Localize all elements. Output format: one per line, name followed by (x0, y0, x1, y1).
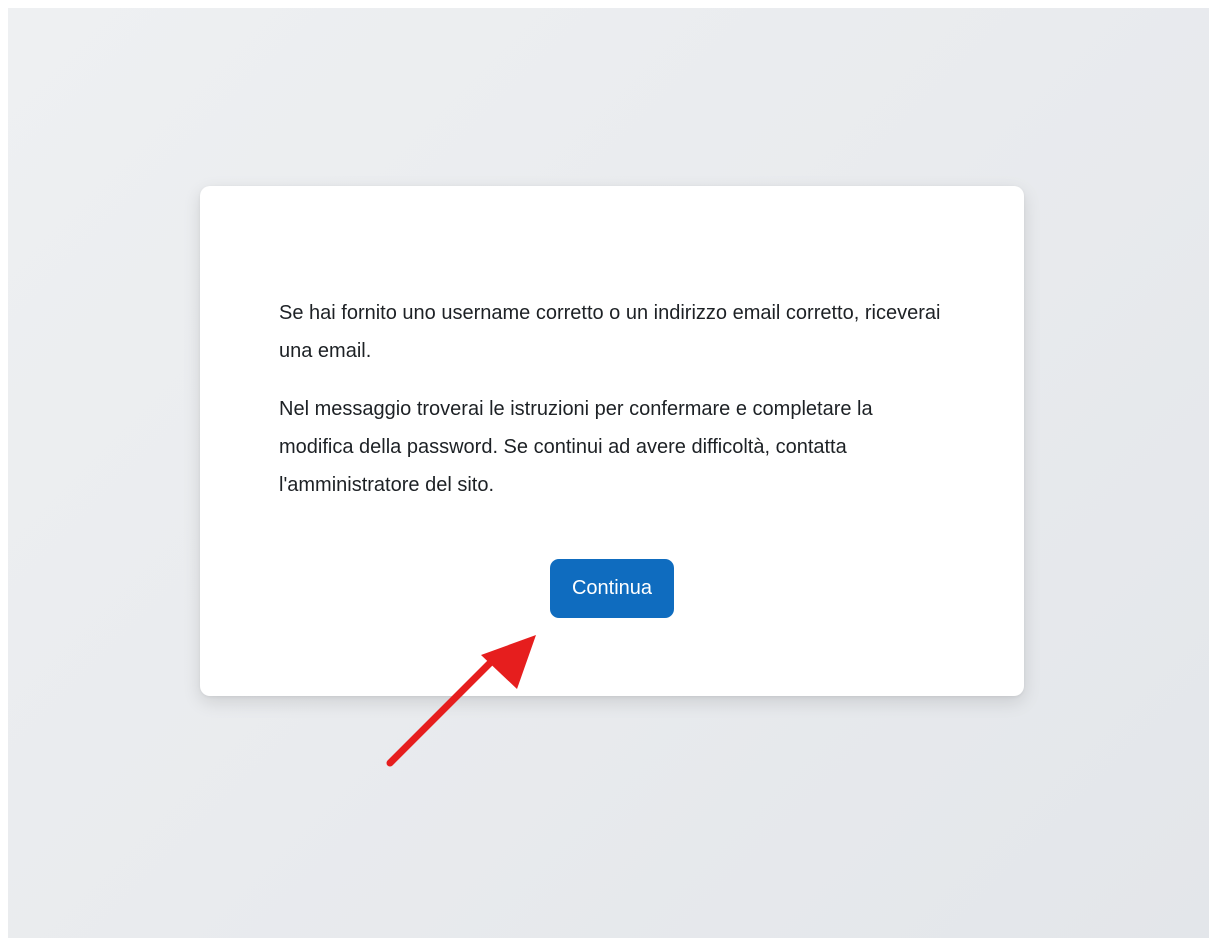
card-body: Se hai fornito uno username corretto o u… (279, 294, 949, 524)
instructions-message: Nel messaggio troverai le istruzioni per… (279, 398, 873, 496)
confirmation-card: Se hai fornito uno username corretto o u… (200, 186, 1024, 696)
continue-button[interactable]: Continua (549, 559, 675, 618)
button-row: Continua (200, 559, 1024, 618)
page-background: Se hai fornito uno username corretto o u… (8, 8, 1209, 938)
confirmation-message: Se hai fornito uno username corretto o u… (279, 302, 941, 362)
